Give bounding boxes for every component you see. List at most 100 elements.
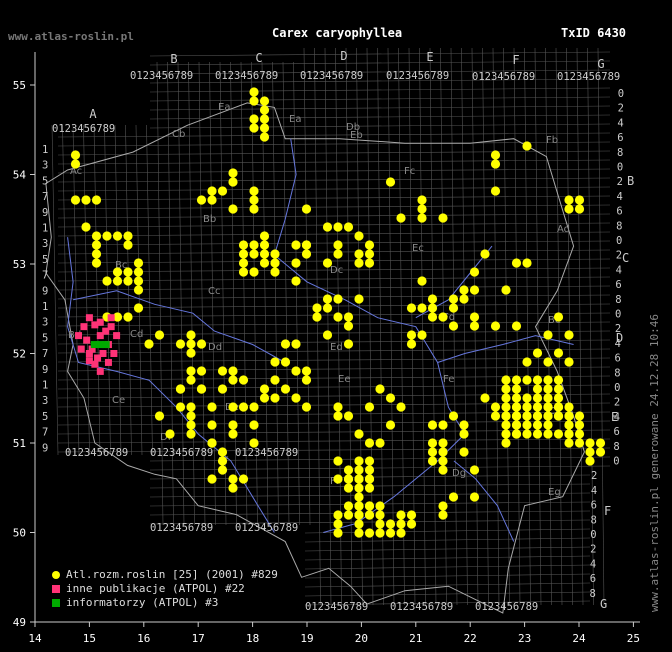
occurrence-dot xyxy=(354,465,364,475)
occurrence-dot xyxy=(406,339,417,349)
atpol-row-digit: 0 xyxy=(613,456,619,468)
atpol-digits-top: 0123456789 xyxy=(472,71,535,83)
publication-cell xyxy=(85,357,93,365)
occurrence-dot xyxy=(522,357,532,367)
distribution-map: 14 15 16 17 18 19 20 21 22 23 24 2549505152535455B C… xyxy=(13,47,640,645)
atpol-region-label: Ec xyxy=(412,243,424,254)
grid-line xyxy=(555,47,563,606)
legend-informants-label: informatorzy (ATPOL) #3 xyxy=(66,596,219,609)
grid-line xyxy=(51,124,59,456)
occurrence-dot xyxy=(249,87,259,97)
atpol-col-letter: G xyxy=(597,57,604,71)
publication-cell xyxy=(85,350,93,357)
grid-line xyxy=(149,123,611,129)
occurrence-dot xyxy=(532,429,543,439)
occurrence-dot xyxy=(333,519,343,529)
occurrence-dot xyxy=(228,375,238,385)
atpol-digits-low: 0123456789 xyxy=(150,522,213,534)
occurrence-dot xyxy=(91,240,102,250)
occurrence-dot xyxy=(249,96,259,106)
occurrence-dot xyxy=(259,258,270,268)
occurrence-dot xyxy=(207,195,217,205)
site-url[interactable]: www.atlas-roslin.pl xyxy=(8,30,134,43)
atpol-row-digit: 0 xyxy=(614,382,620,394)
occurrence-dot xyxy=(186,402,196,412)
occurrence-dot xyxy=(417,276,427,286)
occurrence-dot xyxy=(385,177,396,187)
occurrence-dot xyxy=(522,141,532,151)
occurrence-dot xyxy=(333,510,343,520)
x-tick-label: 15 xyxy=(83,632,96,645)
occurrence-dot xyxy=(217,465,228,475)
occurrence-dot xyxy=(574,411,585,421)
occurrence-dot xyxy=(375,438,385,448)
occurrence-dot xyxy=(291,393,301,403)
atpol-row-digit-left: 5 xyxy=(42,254,48,266)
occurrence-dot xyxy=(123,231,133,241)
atpol-digits-bottom: 0123456789 xyxy=(475,601,538,613)
occurrence-dot xyxy=(595,447,606,457)
occurrence-dot xyxy=(217,384,228,394)
atpol-region-label: Dg xyxy=(452,468,466,479)
occurrence-dot xyxy=(291,339,301,349)
occurrence-dot xyxy=(354,483,364,493)
occurrence-dot xyxy=(364,465,375,475)
occurrence-dot xyxy=(81,222,91,232)
grid-line xyxy=(57,366,611,372)
atpol-row-digit: 6 xyxy=(615,279,621,291)
occurrence-dot xyxy=(438,501,448,511)
occurrence-dot xyxy=(186,348,196,358)
atpol-col-letter: B xyxy=(170,52,177,66)
occurrence-dot xyxy=(228,474,238,484)
occurrence-dot xyxy=(354,492,364,502)
occurrence-dot xyxy=(322,294,333,304)
occurrence-dot xyxy=(490,411,501,421)
occurrence-dot xyxy=(354,294,364,304)
x-tick-label: 20 xyxy=(355,632,368,645)
occurrence-dot xyxy=(532,411,543,421)
occurrence-dot xyxy=(490,159,501,169)
occurrence-dot xyxy=(385,393,396,403)
occurrence-dot xyxy=(249,240,259,250)
occurrence-dot xyxy=(574,420,585,430)
occurrence-dot xyxy=(490,186,501,196)
atpol-row-digit-left: 1 xyxy=(42,223,48,235)
atpol-region-label: Fc xyxy=(404,166,415,177)
occurrence-dot xyxy=(259,393,270,403)
occurrence-dot xyxy=(291,276,301,286)
occurrence-dot xyxy=(364,402,375,412)
occurrence-dot xyxy=(364,240,375,250)
occurrence-dot xyxy=(91,249,102,259)
publication-cell xyxy=(75,332,83,340)
occurrence-dot xyxy=(490,150,501,160)
occurrence-dot xyxy=(259,240,270,250)
occurrence-dot xyxy=(417,330,427,340)
occurrence-dot xyxy=(228,177,238,187)
occurrence-dot xyxy=(133,285,144,295)
atpol-row-digit: 4 xyxy=(591,485,597,497)
occurrence-dot xyxy=(186,339,196,349)
occurrence-dot xyxy=(333,411,343,421)
occurrence-dot xyxy=(564,420,574,430)
occurrence-dot xyxy=(259,384,270,394)
publication-cell xyxy=(77,345,85,353)
grid-line xyxy=(149,96,611,102)
occurrence-dot xyxy=(427,438,438,448)
occurrence-dot xyxy=(553,393,564,403)
occurrence-dot xyxy=(217,447,228,457)
occurrence-dot xyxy=(249,267,259,277)
occurrence-dot xyxy=(480,249,490,259)
occurrence-dot xyxy=(154,411,165,421)
atpol-row-digit: 4 xyxy=(590,558,596,570)
occurrence-dot xyxy=(301,375,312,385)
occurrence-dot xyxy=(364,483,375,493)
occurrence-dot xyxy=(564,195,574,205)
occurrence-dot xyxy=(280,384,291,394)
atpol-region-label: Ce xyxy=(112,395,125,406)
occurrence-dot xyxy=(406,519,417,529)
atpol-row-digit-left: 5 xyxy=(42,175,48,187)
occurrence-dot xyxy=(501,393,511,403)
atpol-row-digit-left: 3 xyxy=(42,238,48,250)
occurrence-dot xyxy=(501,438,511,448)
occurrence-dot xyxy=(522,402,532,412)
